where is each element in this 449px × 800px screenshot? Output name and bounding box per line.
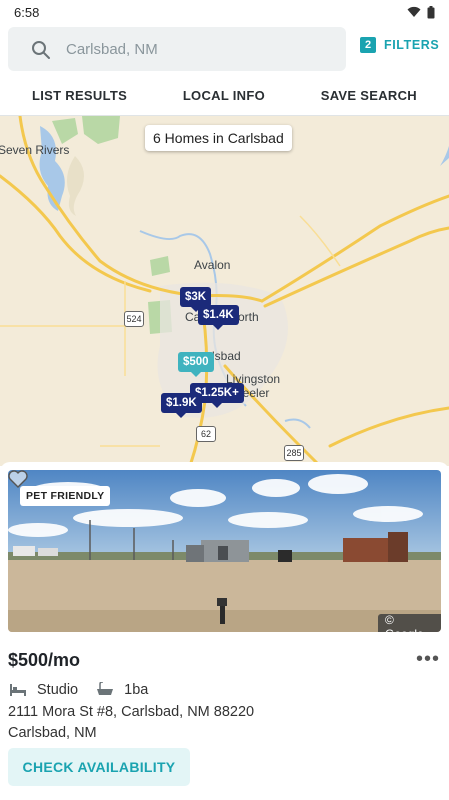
beds-label: Studio [37, 682, 79, 698]
map-label-seven-rivers: Seven Rivers [0, 143, 70, 157]
route-shield-524: 524 [124, 311, 144, 327]
bed-icon [10, 684, 26, 696]
map-view[interactable]: 6 Homes in Carlsbad Seven Rivers Avalon … [0, 116, 449, 466]
view-tabs: LIST RESULTS LOCAL INFO SAVE SEARCH [0, 76, 449, 116]
map-pin-1-4k[interactable]: $1.4K [198, 305, 239, 330]
search-box[interactable] [8, 27, 346, 71]
filters-label: FILTERS [384, 38, 440, 52]
search-bar: 2 FILTERS [0, 24, 449, 76]
photo-credit: © Google [378, 613, 441, 632]
wifi-icon [407, 6, 421, 17]
heart-icon[interactable] [8, 470, 28, 488]
results-count-banner: 6 Homes in Carlsbad [145, 125, 292, 151]
listing-price: $500/mo [8, 650, 81, 670]
filters-button[interactable]: 2 FILTERS [360, 37, 439, 53]
listing-city: Carlsbad, NM [8, 725, 97, 741]
listing-address: 2111 Mora St #8, Carlsbad, NM 88220 [8, 704, 255, 720]
status-time: 6:58 [14, 4, 40, 20]
map-pin-1-9k[interactable]: $1.9K [161, 393, 202, 418]
bath-icon [97, 682, 114, 695]
pet-friendly-badge: PET FRIENDLY [20, 486, 111, 506]
listing-specs: Studio 1ba [9, 682, 148, 698]
tab-save-search[interactable]: SAVE SEARCH [321, 88, 417, 103]
map-pin-500[interactable]: $500 [178, 352, 214, 377]
map-base [0, 116, 449, 466]
route-shield-62: 62 [196, 426, 216, 442]
search-input[interactable] [66, 27, 336, 71]
more-options-icon[interactable]: ••• [416, 648, 440, 671]
map-pin-3k[interactable]: $3K [180, 287, 212, 312]
map-label-carlsbad-north: orth [238, 310, 259, 324]
status-bar: 6:58 [0, 0, 449, 24]
map-label-avalon: Avalon [194, 258, 231, 272]
baths-label: 1ba [124, 682, 149, 698]
route-shield-285: 285 [284, 445, 304, 461]
battery-icon [427, 5, 435, 18]
check-availability-button[interactable]: CHECK AVAILABILITY [8, 748, 190, 786]
map-label-carlsbad-center: lsbad [212, 349, 241, 363]
listing-card[interactable]: PET FRIENDLY © Google $500/mo ••• Studio… [0, 462, 449, 800]
filter-count-badge: 2 [360, 37, 376, 53]
tab-local-info[interactable]: LOCAL INFO [183, 88, 265, 103]
listing-photo[interactable]: PET FRIENDLY © Google [8, 470, 441, 632]
search-icon [32, 41, 50, 59]
tab-list-results[interactable]: LIST RESULTS [32, 88, 127, 103]
